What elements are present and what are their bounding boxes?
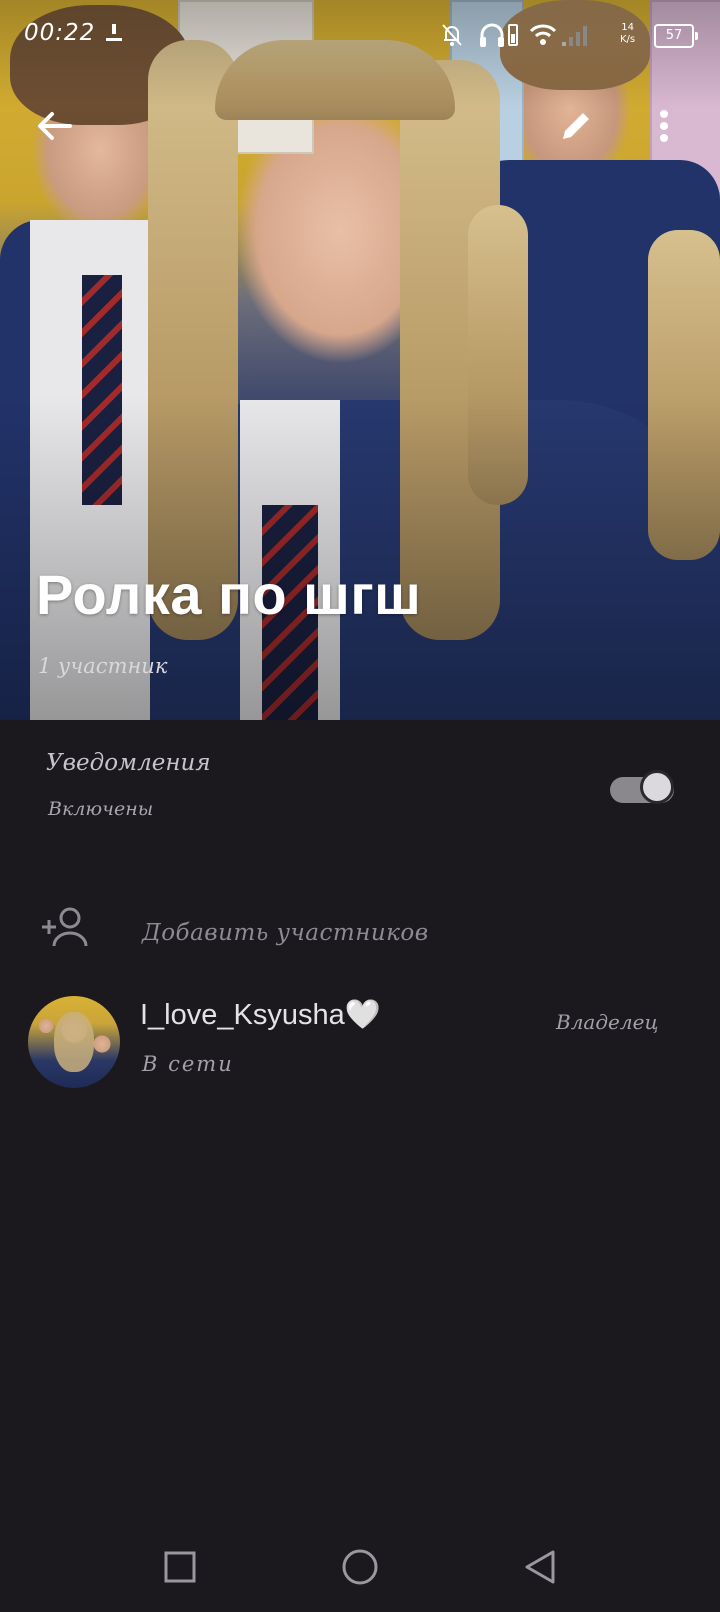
arrow-left-icon xyxy=(36,110,72,146)
network-speed: 14 K/s xyxy=(620,22,636,45)
recent-apps-button[interactable] xyxy=(155,1544,205,1594)
notifications-label: Уведомления xyxy=(46,750,211,776)
triangle-back-icon xyxy=(523,1549,557,1589)
add-user-icon xyxy=(40,906,90,952)
status-bar: 00:22 14 K/s 57 xyxy=(0,0,720,72)
pencil-icon xyxy=(559,109,593,147)
back-button[interactable] xyxy=(26,100,82,156)
download-icon xyxy=(104,22,124,50)
edit-button[interactable] xyxy=(548,100,604,156)
member-count: 1 участник xyxy=(38,654,168,678)
more-vertical-icon xyxy=(659,109,669,147)
headphones-icon xyxy=(478,22,506,54)
wifi-icon xyxy=(528,22,558,54)
add-members-label: Добавить участников xyxy=(142,920,429,946)
more-options-button[interactable] xyxy=(646,100,682,156)
avatar-detail xyxy=(54,1012,94,1072)
notifications-toggle[interactable] xyxy=(610,770,678,810)
group-title: Ролка по шгш xyxy=(36,563,422,626)
system-back-button[interactable] xyxy=(515,1544,565,1594)
battery-small-icon xyxy=(508,22,518,52)
battery-indicator: 57 xyxy=(654,24,698,48)
avatar[interactable] xyxy=(28,996,120,1088)
toggle-knob xyxy=(640,770,674,804)
circle-icon xyxy=(341,1548,379,1590)
notifications-status: Включены xyxy=(48,798,154,820)
home-button[interactable] xyxy=(335,1544,385,1594)
member-role-badge: Владелец xyxy=(556,1010,659,1034)
bell-off-icon xyxy=(440,22,464,54)
member-list-item[interactable]: I_love_Ksyusha🤍 В сети Владелец xyxy=(0,990,720,1100)
square-icon xyxy=(163,1550,197,1588)
status-time: 00:22 xyxy=(24,20,96,46)
add-members-button[interactable]: Добавить участников xyxy=(0,890,720,970)
member-name: I_love_Ksyusha🤍 xyxy=(140,999,381,1031)
signal-icon xyxy=(560,22,590,54)
system-navigation-bar xyxy=(0,1522,720,1612)
member-online-status: В сети xyxy=(142,1052,234,1076)
